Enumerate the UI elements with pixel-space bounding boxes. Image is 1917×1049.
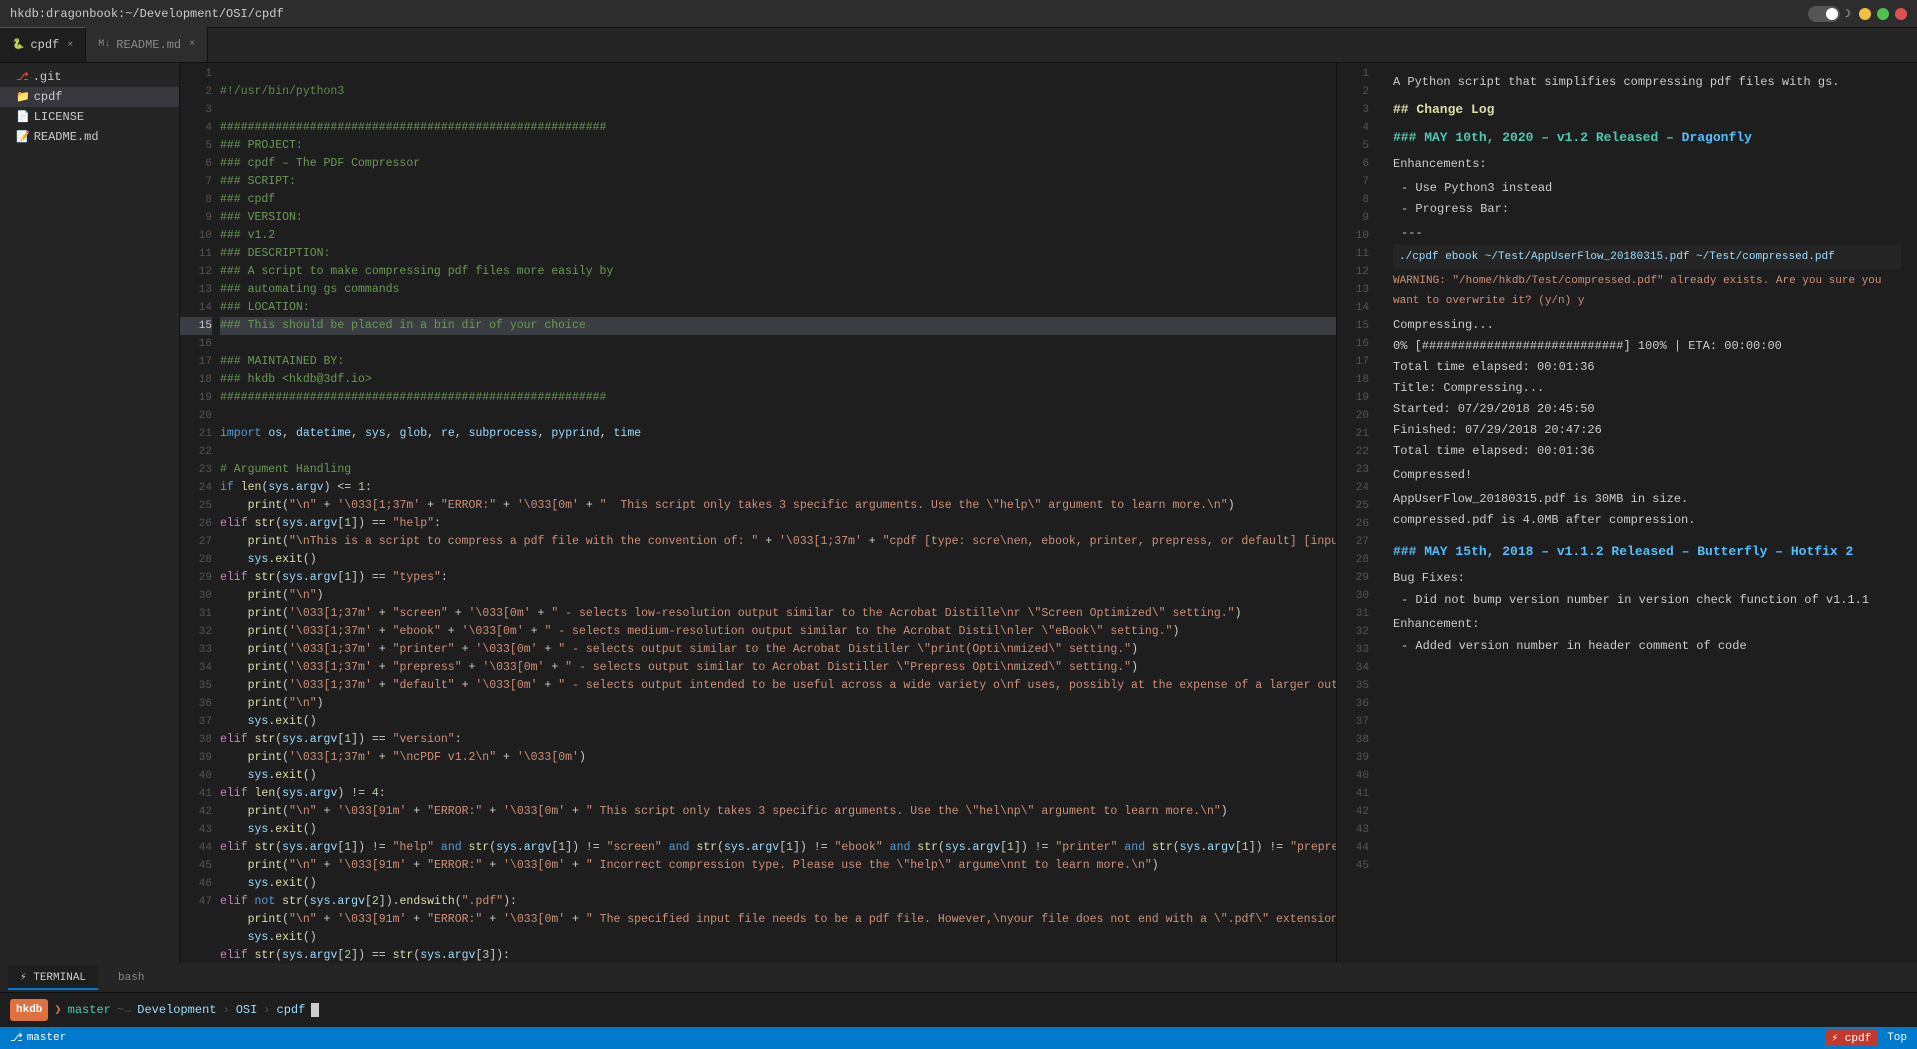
readme-command: ./cpdf ebook ~/Test/AppUserFlow_20180315…	[1393, 245, 1901, 269]
tab-cpdf-label: cpdf	[30, 38, 59, 52]
terminal-content[interactable]: hkdb ❯ master ~→ Development › OSI › cpd…	[0, 993, 1917, 1027]
readme-warning: WARNING: "/home/hkdb/Test/compressed.pdf…	[1393, 271, 1901, 311]
code-content: 12345 678910 1112131415 1617181920 21222…	[180, 63, 1336, 963]
terminal-tabs: ⚡ TERMINAL bash	[0, 963, 1917, 993]
folder-icon: 📁	[16, 90, 30, 104]
sidebar-item-readme[interactable]: 📝 README.md	[0, 127, 179, 147]
terminal-tab-terminal[interactable]: ⚡ TERMINAL	[8, 966, 98, 990]
tab-bar: 🐍 cpdf × M↓ README.md ×	[0, 28, 1917, 63]
prompt-path-osi: OSI	[236, 1001, 258, 1019]
readme-list-item1: - Use Python3 instead	[1393, 178, 1901, 198]
python-icon: 🐍	[12, 39, 24, 51]
title-bar-text: hkdb:dragonbook:~/Development/OSI/cpdf	[10, 7, 1808, 21]
status-branch[interactable]: ⎇ master	[10, 1031, 66, 1045]
readme-entry2-heading: ### MAY 15th, 2018 – v1.1.2 Released – B…	[1393, 542, 1901, 562]
title-bar: hkdb:dragonbook:~/Development/OSI/cpdf ☽	[0, 0, 1917, 28]
readme-size2: compressed.pdf is 4.0MB after compressio…	[1393, 510, 1901, 530]
readme-size1: AppUserFlow_20180315.pdf is 30MB in size…	[1393, 489, 1901, 509]
readme-bugfix1: - Did not bump version number in version…	[1393, 590, 1901, 610]
readme-enhancements-label: Enhancements:	[1393, 154, 1901, 174]
status-bar: ⎇ master ⚡ cpdf Top	[0, 1027, 1917, 1049]
readme-line-numbers: 12345 678910 1112131415 1617181920 21222…	[1337, 63, 1377, 963]
sidebar-item-license[interactable]: 📄 LICENSE	[0, 107, 179, 127]
tab-cpdf[interactable]: 🐍 cpdf ×	[0, 27, 86, 62]
readme-started: Started: 07/29/2018 20:45:50	[1393, 399, 1901, 419]
readme-changelog: ## Change Log	[1393, 100, 1901, 120]
main-area: ⎇ .git 📁 cpdf 📄 LICENSE 📝 README.md 1234…	[0, 63, 1917, 963]
terminal-tab-label: ⚡ TERMINAL	[20, 972, 86, 984]
toggle-area: ☽	[1808, 6, 1851, 22]
line-numbers: 12345 678910 1112131415 1617181920 21222…	[180, 63, 220, 963]
readme-elapsed: Total time elapsed: 00:01:36	[1393, 357, 1901, 377]
git-icon: ⎇	[16, 70, 29, 84]
tab-cpdf-close[interactable]: ×	[67, 40, 73, 51]
status-top[interactable]: Top	[1887, 1032, 1907, 1044]
branch-label: master	[27, 1032, 67, 1044]
readme-title-line: Title: Compressing...	[1393, 378, 1901, 398]
prompt-arrow1: ❯	[54, 1001, 61, 1019]
readme-entry1-heading: ### MAY 10th, 2020 – v1.2 Released – Dra…	[1393, 128, 1901, 148]
title-bar-controls	[1859, 8, 1907, 20]
readme-compressing: Compressing...	[1393, 315, 1901, 335]
branch-icon: ⎇	[10, 1031, 23, 1045]
prompt-separator: ~→	[117, 1001, 131, 1019]
close-button[interactable]	[1895, 8, 1907, 20]
readme-content: A Python script that simplifies compress…	[1377, 63, 1917, 963]
minimize-button[interactable]	[1859, 8, 1871, 20]
sidebar-label-license: LICENSE	[34, 110, 84, 124]
readme-compressed-label: Compressed!	[1393, 465, 1901, 485]
tab-readme-label: README.md	[116, 38, 181, 52]
status-terminal-cpdf[interactable]: ⚡ cpdf	[1826, 1030, 1878, 1046]
toggle-label: ☽	[1844, 7, 1851, 21]
readme-pane: 12345 678910 1112131415 1617181920 21222…	[1337, 63, 1917, 963]
readme-icon: 📝	[16, 130, 30, 144]
bash-tab-label: bash	[118, 972, 144, 984]
maximize-button[interactable]	[1877, 8, 1889, 20]
prompt-path-sep1: ›	[222, 1001, 229, 1019]
readme-list-item2: - Progress Bar:	[1393, 199, 1901, 219]
prompt-path-cpdf: cpdf	[277, 1001, 306, 1019]
sidebar-label-readme: README.md	[34, 130, 99, 144]
editor-area: 12345 678910 1112131415 1617181920 21222…	[180, 63, 1917, 963]
readme-separator: ---	[1393, 223, 1901, 243]
prompt-cursor	[311, 1003, 319, 1017]
readme-bugfixes-label: Bug Fixes:	[1393, 568, 1901, 588]
top-label: Top	[1887, 1032, 1907, 1044]
code-lines[interactable]: #!/usr/bin/python3 #####################…	[220, 63, 1336, 963]
readme-description: A Python script that simplifies compress…	[1393, 72, 1901, 92]
prompt-user: hkdb	[10, 999, 48, 1021]
terminal-tab-bash[interactable]: bash	[106, 968, 156, 988]
sidebar-item-cpdf[interactable]: 📁 cpdf	[0, 87, 179, 107]
markdown-icon: M↓	[98, 39, 110, 50]
sidebar-label-cpdf: cpdf	[34, 90, 63, 104]
prompt-branch: master	[68, 1001, 111, 1019]
tab-readme[interactable]: M↓ README.md ×	[86, 27, 208, 62]
license-icon: 📄	[16, 110, 30, 124]
sidebar-label-git: .git	[33, 70, 62, 84]
status-right: ⚡ cpdf Top	[1826, 1030, 1907, 1046]
sidebar-item-git[interactable]: ⎇ .git	[0, 67, 179, 87]
readme-total-elapsed: Total time elapsed: 00:01:36	[1393, 441, 1901, 461]
prompt-path-sep2: ›	[263, 1001, 270, 1019]
prompt-path: Development	[137, 1001, 216, 1019]
readme-finished: Finished: 07/29/2018 20:47:26	[1393, 420, 1901, 440]
terminal-cpdf-badge: ⚡ cpdf	[1826, 1030, 1878, 1046]
sidebar: ⎇ .git 📁 cpdf 📄 LICENSE 📝 README.md	[0, 63, 180, 963]
code-pane: 12345 678910 1112131415 1617181920 21222…	[180, 63, 1337, 963]
readme-enhancement-label: Enhancement:	[1393, 614, 1901, 634]
readme-enhancement1: - Added version number in header comment…	[1393, 636, 1901, 656]
readme-progress: 0% [############################] 100% |…	[1393, 336, 1901, 356]
toggle-switch[interactable]	[1808, 6, 1840, 22]
tab-readme-close[interactable]: ×	[189, 39, 195, 50]
